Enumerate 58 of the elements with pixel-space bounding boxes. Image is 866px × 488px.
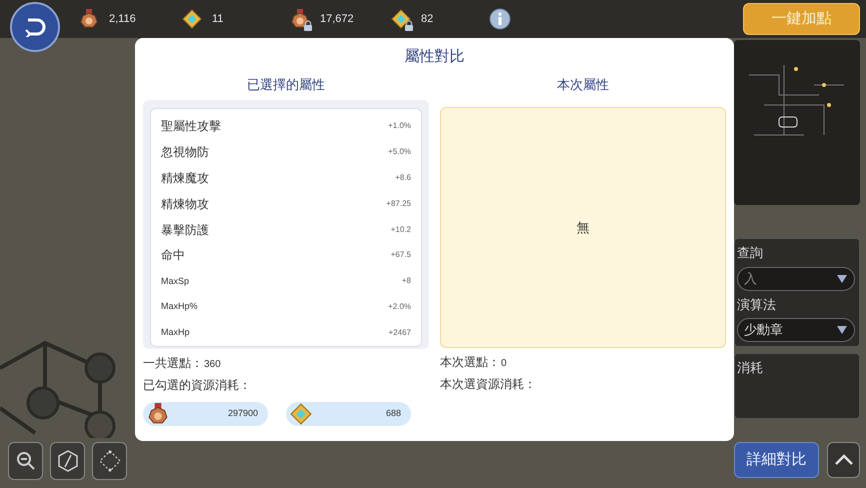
search-dropdown[interactable]: 入 [737,266,855,290]
attribute-name: 命中 [161,247,185,264]
resource-count: 2,116 [109,12,136,27]
column-heading: 已選擇的屬性 [247,76,325,94]
slashed-hexagon-icon [56,449,78,473]
zoom-out-icon [14,450,36,472]
attribute-name: 暴擊防護 [161,222,209,238]
cost-pill: 297900 [143,402,268,426]
cost-label: 消耗 [737,360,763,375]
chevron-up-icon [834,454,854,466]
resource-count: 17,672 [320,12,354,27]
algorithm-dropdown[interactable]: 少勳章 [737,318,855,342]
reset-button[interactable] [50,442,85,480]
detail-compare-button[interactable]: 詳細對比 [734,442,820,478]
attribute-value: +10.2 [390,224,411,236]
attribute-name: 忽視物防 [161,144,209,161]
column-heading: 本次屬性 [557,76,609,94]
total-points-label: 一共選點： [143,355,203,372]
medal-icon [290,9,310,29]
attribute-value: +2.0% [388,301,411,314]
info-icon[interactable] [489,8,511,30]
attribute-name: MaxHp [161,326,190,340]
attribute-name: MaxHp% [161,300,198,314]
attribute-value: +8.6 [395,172,411,184]
cost-label: 已勾選的資源消耗： [143,377,252,394]
algorithm-label: 演算法 [737,296,777,314]
attribute-value: +1.0% [388,120,411,132]
cost-label: 本次選資源消耗： [440,376,537,393]
zoom-out-button[interactable] [8,442,43,480]
medal-icon [79,9,99,29]
dropdown-caret-icon [836,274,848,284]
dialog-title: 屬性對比 [404,47,464,67]
current-points-label: 本次選點： [440,354,500,371]
back-button[interactable] [10,2,60,52]
dropdown-caret-icon [836,325,848,335]
empty-text: 無 [576,218,590,237]
crystal-icon [182,9,202,29]
attribute-value: +5.0% [388,146,411,158]
query-label: 查詢 [737,244,764,262]
crystal-icon [290,403,312,425]
medal-icon [147,403,169,425]
attribute-name: 聖屬性攻擊 [161,118,221,135]
attribute-name: 精煉魔攻 [161,170,209,187]
attribute-value: +67.5 [390,249,411,262]
attribute-name: MaxSp [161,274,190,288]
collapse-button[interactable] [827,442,860,478]
resource-count: 82 [421,12,434,27]
cost-pill: 688 [286,402,411,426]
attribute-value: +87.25 [386,198,411,210]
attribute-value: +2467 [388,327,411,340]
attribute-value: +8 [402,275,411,288]
total-points-value: 360 [204,358,221,372]
diamond-path-icon [98,449,122,473]
attribute-name: 精煉物攻 [161,196,209,213]
resource-count: 11 [212,12,224,27]
path-button[interactable] [92,442,127,480]
return-arrow-icon [24,17,46,37]
current-points-value: 0 [501,357,507,371]
